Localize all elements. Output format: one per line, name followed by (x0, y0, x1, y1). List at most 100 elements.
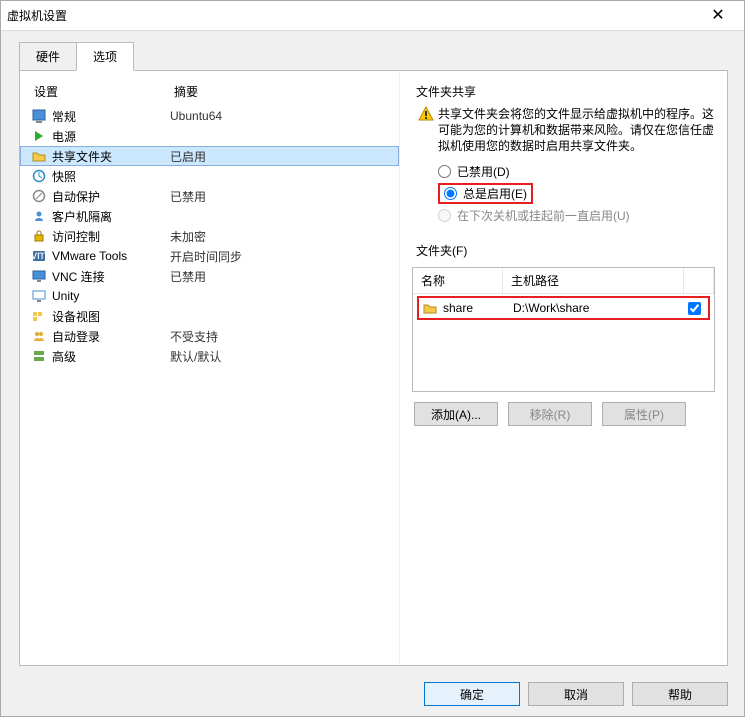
window-title: 虚拟机设置 (7, 7, 698, 24)
list-item[interactable]: 电源 (20, 126, 399, 146)
list-item[interactable]: 高级 默认/默认 (20, 346, 399, 366)
radio-always[interactable] (444, 187, 457, 200)
shared-folders-pane: 文件夹共享 共享文件夹会将您的文件显示给虚拟机中的程序。这可能为您的计算机和数据… (400, 71, 727, 665)
radio-until-next-row: 在下次关机或挂起前一直启用(U) (412, 204, 715, 226)
options-panel: 设置 摘要 常规 Ubuntu64 电源 共享文件夹 已启用 快照 (19, 70, 728, 666)
list-item-label: 客户机隔离 (52, 208, 170, 225)
autologin-icon (30, 328, 48, 344)
folder-path: D:\Work\share (513, 301, 674, 315)
advanced-icon (30, 348, 48, 364)
list-item-summary: 已禁用 (170, 268, 389, 285)
warning-icon (418, 106, 438, 154)
ok-button[interactable]: 确定 (424, 682, 520, 706)
list-item-label: 访问控制 (52, 228, 170, 245)
list-item-summary: Ubuntu64 (170, 109, 389, 123)
folders-list: 名称 主机路径 share D:\Work\share (412, 267, 715, 392)
list-item-label: 共享文件夹 (52, 148, 170, 165)
folder-properties-button: 属性(P) (602, 402, 686, 426)
warning-row: 共享文件夹会将您的文件显示给虚拟机中的程序。这可能为您的计算机和数据带来风险。请… (412, 104, 715, 160)
list-item-label: Unity (52, 289, 170, 303)
folders-list-highlight: share D:\Work\share (417, 296, 710, 320)
vm-settings-dialog: 虚拟机设置 ✕ 硬件 选项 设置 摘要 常规 Ubuntu64 电源 (0, 0, 745, 717)
list-item[interactable]: 常规 Ubuntu64 (20, 106, 399, 126)
titlebar[interactable]: 虚拟机设置 ✕ (1, 1, 744, 31)
list-item-summary: 开启时间同步 (170, 248, 389, 265)
folders-list-header: 名称 主机路径 (413, 268, 714, 294)
list-item-label: 高级 (52, 348, 170, 365)
remove-folder-button: 移除(R) (508, 402, 592, 426)
list-item-summary: 默认/默认 (170, 348, 389, 365)
tab-options-label: 选项 (93, 50, 117, 64)
device-view-icon (30, 308, 48, 324)
snapshot-icon (30, 168, 48, 184)
add-folder-button[interactable]: 添加(A)... (414, 402, 498, 426)
tabs: 硬件 选项 (1, 31, 744, 70)
general-icon (30, 108, 48, 124)
col-enabled[interactable] (684, 268, 714, 293)
list-item[interactable]: 设备视图 (20, 306, 399, 326)
svg-text:vm: vm (32, 249, 46, 262)
folder-name: share (443, 301, 513, 315)
close-icon[interactable]: ✕ (698, 6, 738, 26)
radio-always-row[interactable]: 总是启用(E) (412, 182, 715, 204)
list-item-label: 设备视图 (52, 308, 170, 325)
remove-folder-label: 移除(R) (530, 406, 571, 423)
tab-hardware-label: 硬件 (36, 50, 60, 64)
list-item[interactable]: vm VMware Tools 开启时间同步 (20, 246, 399, 266)
list-item[interactable]: 客户机隔离 (20, 206, 399, 226)
radio-until-next (438, 209, 451, 222)
add-folder-label: 添加(A)... (431, 406, 481, 423)
list-item-summary: 不受支持 (170, 328, 389, 345)
col-summary: 摘要 (174, 83, 389, 100)
list-item-summary: 已禁用 (170, 188, 389, 205)
list-item-label: VNC 连接 (52, 268, 170, 285)
shared-folder-icon (30, 148, 48, 164)
list-item-label: 电源 (52, 128, 170, 145)
autoprotect-icon (30, 188, 48, 204)
col-setting: 设置 (34, 83, 174, 100)
folder-row[interactable]: share D:\Work\share (419, 298, 708, 318)
unity-icon (30, 288, 48, 304)
radio-until-next-label: 在下次关机或挂起前一直启用(U) (457, 207, 630, 224)
list-item[interactable]: 自动登录 不受支持 (20, 326, 399, 346)
power-icon (30, 128, 48, 144)
tab-hardware[interactable]: 硬件 (19, 42, 77, 71)
help-button[interactable]: 帮助 (632, 682, 728, 706)
access-control-icon (30, 228, 48, 244)
folders-group-label: 文件夹(F) (416, 242, 715, 259)
folder-enabled-checkbox[interactable] (674, 299, 704, 318)
help-label: 帮助 (668, 686, 692, 703)
list-item[interactable]: VNC 连接 已禁用 (20, 266, 399, 286)
dialog-footer: 确定 取消 帮助 (1, 674, 744, 716)
list-item[interactable]: 快照 (20, 166, 399, 186)
vnc-icon (30, 268, 48, 284)
col-path[interactable]: 主机路径 (503, 268, 684, 293)
guest-isolation-icon (30, 208, 48, 224)
folder-sharing-group-label: 文件夹共享 (416, 83, 715, 100)
list-item-label: 常规 (52, 108, 170, 125)
vmware-tools-icon: vm (30, 248, 48, 264)
radio-disabled-label: 已禁用(D) (457, 163, 510, 180)
radio-always-label: 总是启用(E) (463, 185, 527, 202)
list-item-shared-folders[interactable]: 共享文件夹 已启用 (20, 146, 399, 166)
list-item-label: 快照 (52, 168, 170, 185)
folder-buttons: 添加(A)... 移除(R) 属性(P) (412, 402, 715, 426)
list-item-label: 自动保护 (52, 188, 170, 205)
cancel-label: 取消 (564, 686, 588, 703)
list-item[interactable]: Unity (20, 286, 399, 306)
cancel-button[interactable]: 取消 (528, 682, 624, 706)
settings-list: 设置 摘要 常规 Ubuntu64 电源 共享文件夹 已启用 快照 (20, 71, 400, 665)
ok-label: 确定 (460, 686, 484, 703)
col-name[interactable]: 名称 (413, 268, 503, 293)
radio-disabled[interactable] (438, 165, 451, 178)
radio-disabled-row[interactable]: 已禁用(D) (412, 160, 715, 182)
list-item[interactable]: 自动保护 已禁用 (20, 186, 399, 206)
list-item-label: 自动登录 (52, 328, 170, 345)
list-item-summary: 已启用 (170, 148, 389, 165)
list-item-label: VMware Tools (52, 249, 170, 263)
tab-options[interactable]: 选项 (76, 42, 134, 71)
folder-properties-label: 属性(P) (624, 406, 664, 423)
list-item[interactable]: 访问控制 未加密 (20, 226, 399, 246)
warning-text: 共享文件夹会将您的文件显示给虚拟机中的程序。这可能为您的计算机和数据带来风险。请… (438, 106, 715, 154)
list-item-summary: 未加密 (170, 228, 389, 245)
